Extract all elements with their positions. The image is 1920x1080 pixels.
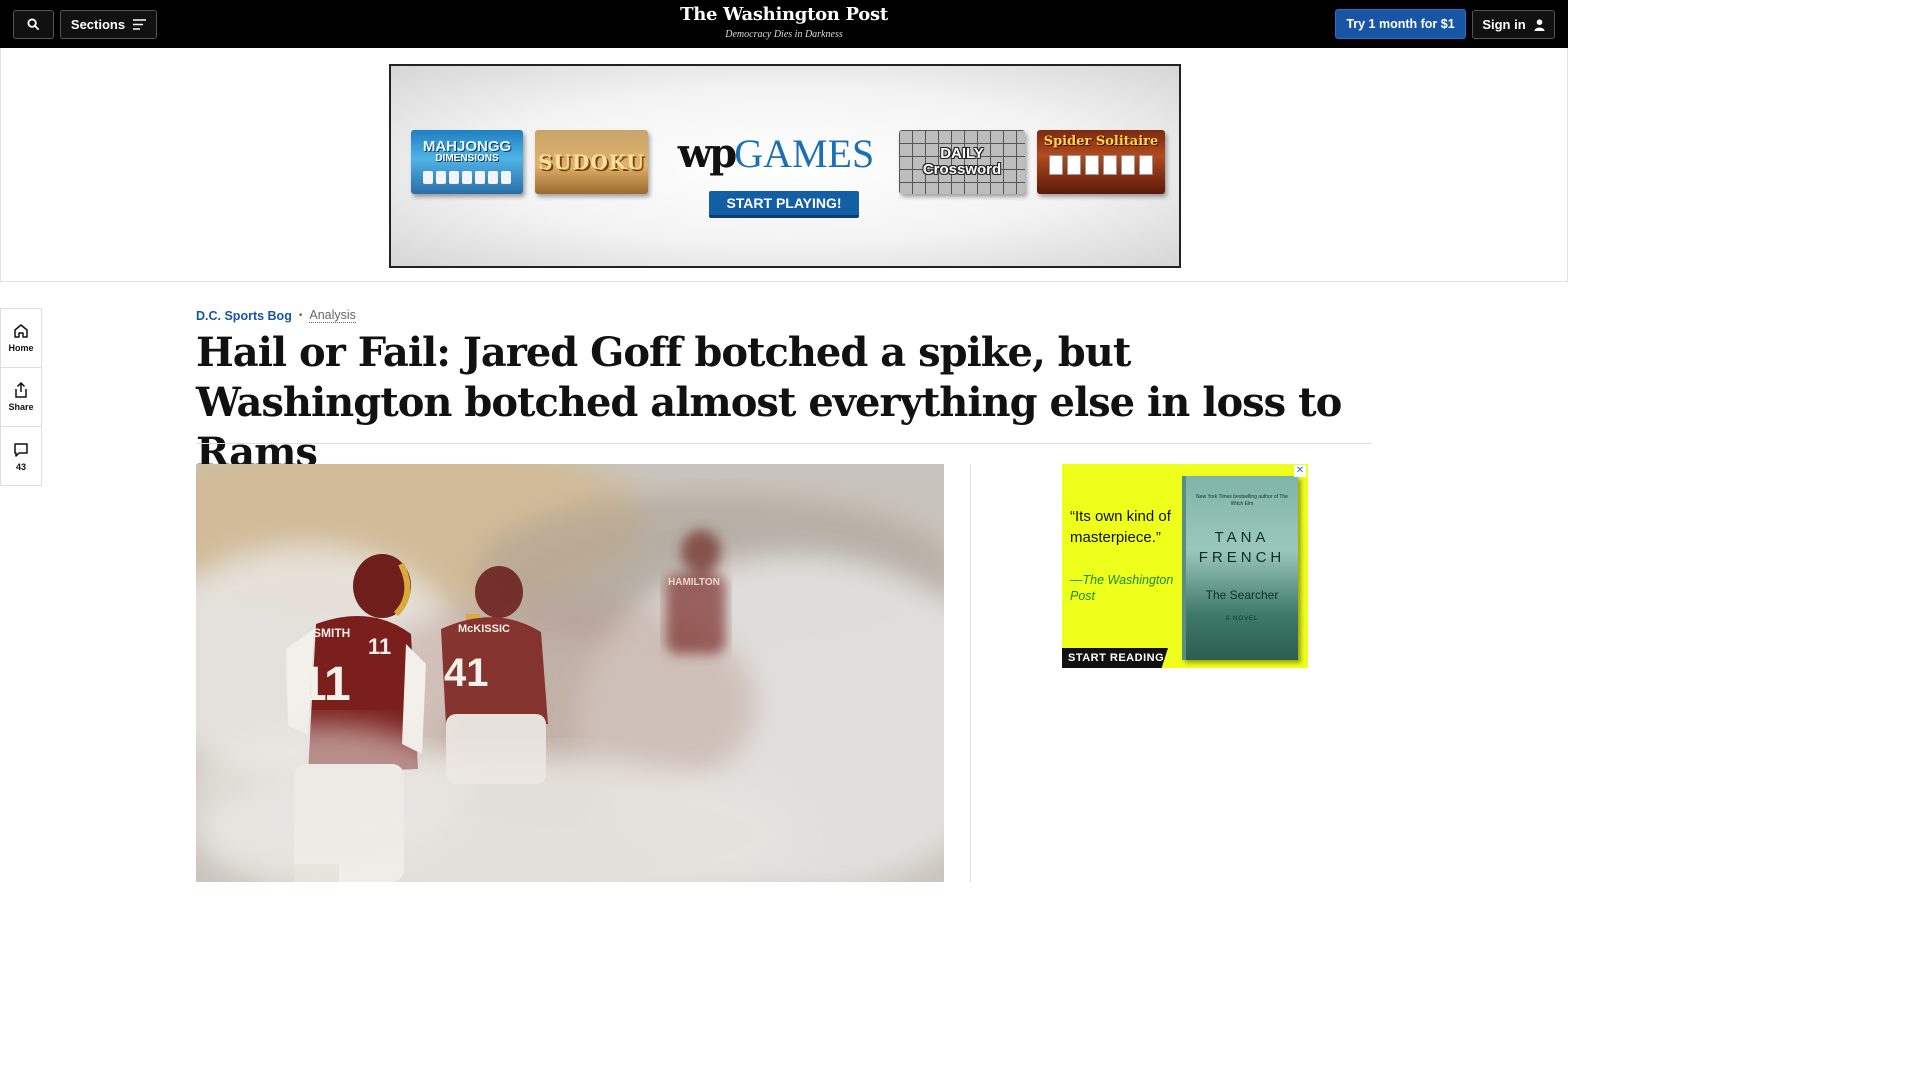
jersey-name-mckissic: McKISSIC	[458, 623, 510, 635]
headline-divider	[196, 443, 1372, 444]
site-tagline: Democracy Dies in Darkness	[725, 29, 843, 40]
start-playing-button[interactable]: START PLAYING!	[709, 191, 859, 218]
spider-solitaire-tile[interactable]: Spider Solitaire	[1037, 130, 1165, 194]
share-icon	[15, 382, 27, 398]
cards-graphic	[1049, 155, 1153, 175]
section-link[interactable]: D.C. Sports Bog	[196, 309, 292, 323]
left-action-rail: Home Share 43	[0, 308, 42, 486]
site-logo[interactable]: The Washington Post	[650, 4, 918, 25]
mahjongg-tiles-graphic	[423, 170, 511, 184]
top-nav-bar: Sections The Washington Post Democracy D…	[0, 0, 1568, 48]
wp-logo-mark: wp	[677, 130, 737, 177]
kicker-separator: •	[298, 310, 303, 321]
mahjongg-subtitle: DIMENSIONS	[435, 152, 499, 164]
analysis-label[interactable]: Analysis	[309, 308, 356, 323]
sudoku-title: SUDOKU	[538, 150, 645, 174]
home-label: Home	[8, 343, 34, 353]
book-author: TANA FRENCH	[1198, 529, 1286, 566]
book-title: The Searcher	[1205, 588, 1279, 602]
start-reading-button[interactable]: START READING	[1062, 648, 1168, 668]
book-blurb: New York Times bestselling author of The…	[1196, 494, 1288, 507]
article-headline: Hail or Fail: Jared Goff botched a spike…	[196, 329, 1342, 476]
ad-close-icon[interactable]: ✕	[1294, 465, 1306, 477]
jersey-sleeve-number-11: 11	[368, 634, 391, 659]
article-kicker: D.C. Sports Bog • Analysis	[196, 308, 356, 323]
wp-games-logo: wpGAMES	[677, 130, 875, 177]
sign-in-label: Sign in	[1482, 17, 1526, 32]
share-label: Share	[8, 402, 34, 412]
user-icon	[1534, 18, 1545, 31]
masthead[interactable]: The Washington Post Democracy Dies in Da…	[650, 4, 918, 40]
wp-games-ad[interactable]: MAHJONGG DIMENSIONS SUDOKU wpGAMES START…	[389, 64, 1181, 268]
sections-label: Sections	[70, 17, 126, 32]
home-icon	[14, 324, 28, 338]
mahjongg-tile[interactable]: MAHJONGG DIMENSIONS	[411, 130, 523, 194]
jersey-name-hamilton: HAMILTON	[668, 577, 720, 588]
search-button[interactable]	[13, 10, 54, 39]
football-players-smoke-image: HAMILTON McKISSIC 41 SMITH 11 11	[196, 464, 944, 882]
book-ad[interactable]: “Its own kind of masterpiece.” —The Wash…	[1062, 464, 1308, 668]
ad-quote: “Its own kind of masterpiece.”	[1070, 508, 1171, 546]
book-cover: New York Times bestselling author of The…	[1182, 476, 1298, 660]
sections-menu-button[interactable]: Sections	[60, 10, 157, 39]
column-divider	[970, 464, 971, 882]
lead-photo[interactable]: HAMILTON McKISSIC 41 SMITH 11 11	[196, 464, 944, 882]
sign-in-button[interactable]: Sign in	[1472, 10, 1555, 39]
crossword-tile[interactable]: DAILY Crossword	[899, 130, 1025, 194]
spider-solitaire-title: Spider Solitaire	[1043, 134, 1159, 149]
sudoku-tile[interactable]: SUDOKU	[535, 130, 648, 194]
jersey-number-11: 11	[300, 658, 351, 711]
crossword-title-line2: Crossword	[922, 161, 1002, 178]
home-rail-button[interactable]: Home	[1, 309, 41, 368]
mahjongg-title: MAHJONGG	[422, 137, 512, 155]
top-ad-strip: MAHJONGG DIMENSIONS SUDOKU wpGAMES START…	[0, 48, 1568, 282]
comment-icon	[14, 442, 28, 457]
comments-rail-button[interactable]: 43	[1, 427, 41, 486]
jersey-name-smith: SMITH	[313, 626, 350, 640]
ad-quote-attribution: —The Washington Post	[1070, 573, 1174, 603]
share-rail-button[interactable]: Share	[1, 368, 41, 427]
games-wordmark: GAMES	[734, 131, 875, 176]
search-icon	[27, 18, 40, 31]
book-subtitle: A NOVEL	[1225, 616, 1259, 622]
subscribe-button[interactable]: Try 1 month for $1	[1335, 9, 1466, 39]
comments-count: 43	[15, 461, 26, 472]
hamburger-icon	[133, 19, 147, 30]
crossword-title-line1: DAILY	[940, 145, 984, 162]
jersey-number-41: 41	[444, 651, 489, 695]
